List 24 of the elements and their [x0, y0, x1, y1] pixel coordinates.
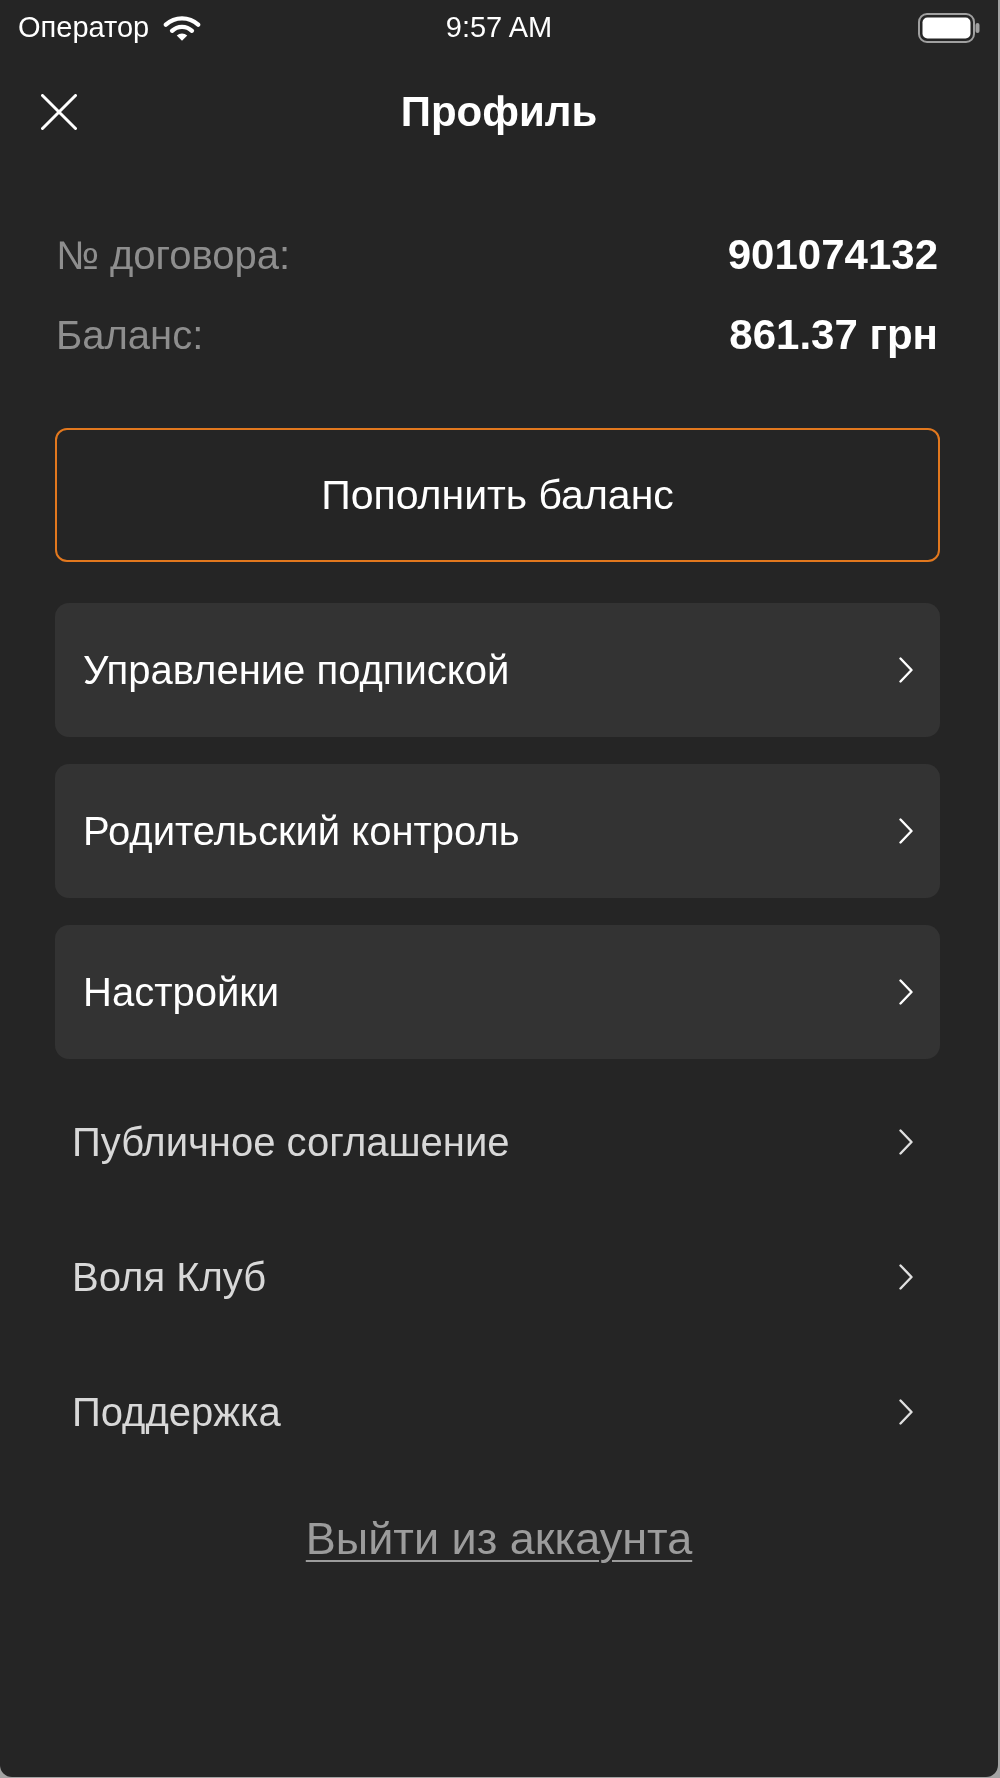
chevron-icon	[899, 1263, 913, 1290]
menu-item[interactable]: Публичное соглашение	[55, 1074, 940, 1209]
menu-card[interactable]: Управление подпиской	[55, 603, 940, 737]
close-icon[interactable]	[41, 94, 77, 130]
chevron-icon	[899, 818, 913, 844]
menu-item[interactable]: Поддержка	[55, 1344, 940, 1479]
field-value: 861.37 грн	[729, 310, 938, 360]
menu-card[interactable]: Родительский контроль	[55, 764, 940, 898]
field-label: № договора:	[56, 232, 291, 278]
chevron-icon	[899, 1398, 913, 1425]
top-up-button[interactable]: Пополнить баланс	[55, 428, 940, 562]
wifi-icon	[163, 14, 202, 42]
status-time: 9:57 AM	[445, 12, 553, 44]
chevron-icon	[899, 657, 913, 683]
menu-item[interactable]: Воля Клуб	[55, 1209, 940, 1344]
logout-link[interactable]: Выйти из аккаунта	[305, 1512, 693, 1566]
chevron-icon	[899, 979, 913, 1005]
carrier-name: Оператор	[18, 12, 150, 44]
screen-title: Профиль	[400, 87, 598, 137]
battery-icon	[918, 13, 980, 43]
chevron-icon	[899, 1128, 913, 1155]
field-label: Баланс:	[56, 312, 204, 358]
field-value: 901074132	[727, 230, 938, 280]
menu-card[interactable]: Настройки	[55, 925, 940, 1059]
